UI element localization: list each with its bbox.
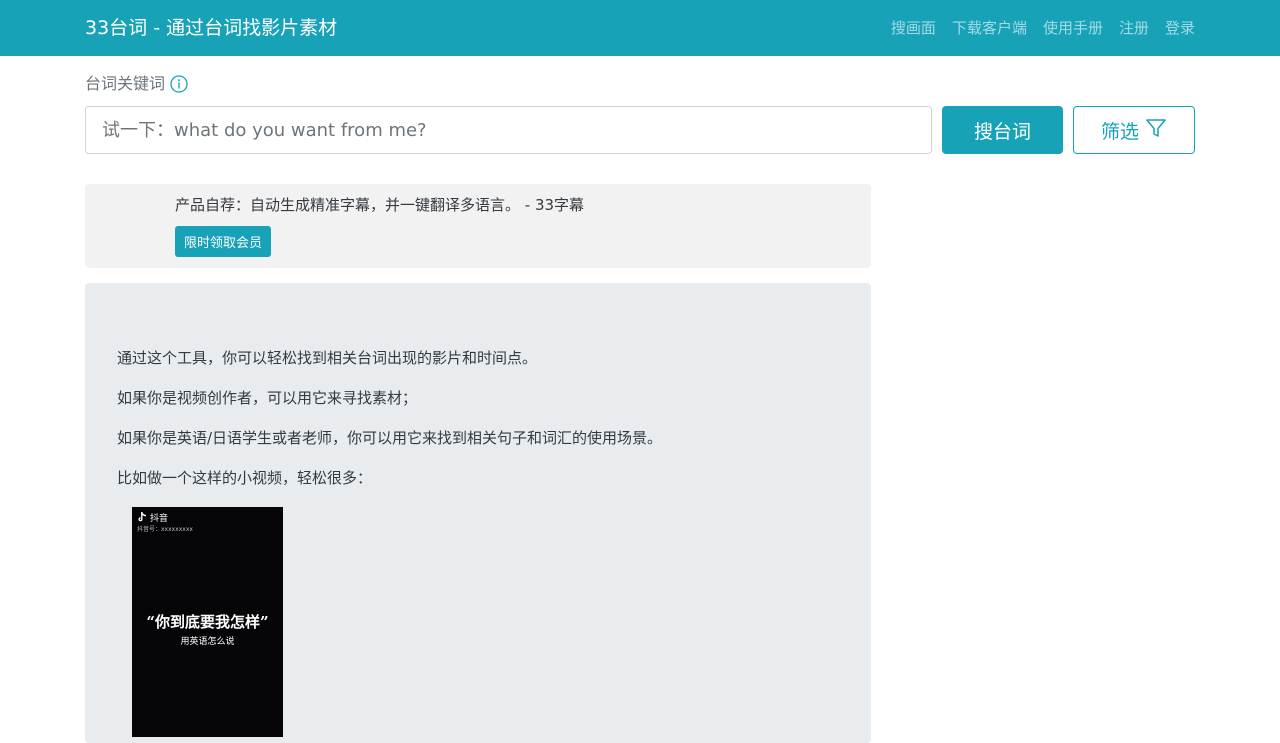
intro-line: 比如做一个这样的小视频，轻松很多：	[117, 469, 373, 487]
intro-panel: 通过这个工具，你可以轻松找到相关台词出现的影片和时间点。 如果你是视频创作者，可…	[85, 283, 871, 743]
example-video[interactable]: 抖音 抖音号：xxxxxxxxx “你到底要我怎样” 用英语怎么说	[132, 507, 283, 737]
video-subtitle: 用英语怎么说	[180, 637, 235, 647]
filter-button[interactable]: 筛选	[1073, 106, 1195, 154]
douyin-logo: 抖音	[137, 511, 168, 524]
intro-line: 通过这个工具，你可以轻松找到相关台词出现的影片和时间点。	[117, 349, 538, 367]
nav-link-login[interactable]: 登录	[1165, 17, 1195, 39]
video-account-id: 抖音号：xxxxxxxxx	[137, 526, 193, 533]
top-navbar: 33台词 - 通过台词找影片素材 搜画面 下载客户端 使用手册 注册 登录	[0, 0, 1280, 56]
intro-line: 如果你是视频创作者，可以用它来寻找素材；	[117, 389, 418, 407]
search-button-label: 搜台词	[973, 120, 1031, 143]
nav-link-manual[interactable]: 使用手册	[1043, 17, 1103, 39]
info-icon[interactable]	[170, 75, 188, 93]
product-promo-card: 产品自荐：自动生成精准字幕，并一键翻译多语言。 - 33字幕 限时领取会员	[85, 184, 871, 268]
promo-text: 产品自荐：自动生成精准字幕，并一键翻译多语言。 - 33字幕	[175, 196, 585, 214]
search-input[interactable]	[85, 106, 932, 154]
claim-membership-button[interactable]: 限时领取会员	[175, 226, 272, 257]
nav-link-register[interactable]: 注册	[1119, 17, 1149, 39]
site-brand[interactable]: 33台词 - 通过台词找影片素材	[85, 15, 337, 41]
nav-links: 搜画面 下载客户端 使用手册 注册 登录	[891, 17, 1195, 39]
keyword-label: 台词关键词	[85, 73, 188, 95]
keyword-label-text: 台词关键词	[85, 74, 166, 93]
filter-button-label: 筛选	[1100, 120, 1139, 143]
filter-icon	[1145, 117, 1167, 144]
intro-line: 如果你是英语/日语学生或者老师，你可以用它来找到相关句子和词汇的使用场景。	[117, 429, 663, 447]
douyin-label: 抖音	[150, 514, 169, 524]
nav-link-download-client[interactable]: 下载客户端	[952, 17, 1027, 39]
search-button[interactable]: 搜台词	[942, 106, 1063, 154]
douyin-icon	[138, 512, 146, 522]
video-quote: “你到底要我怎样”	[146, 613, 269, 631]
nav-link-search-frames[interactable]: 搜画面	[891, 17, 936, 39]
